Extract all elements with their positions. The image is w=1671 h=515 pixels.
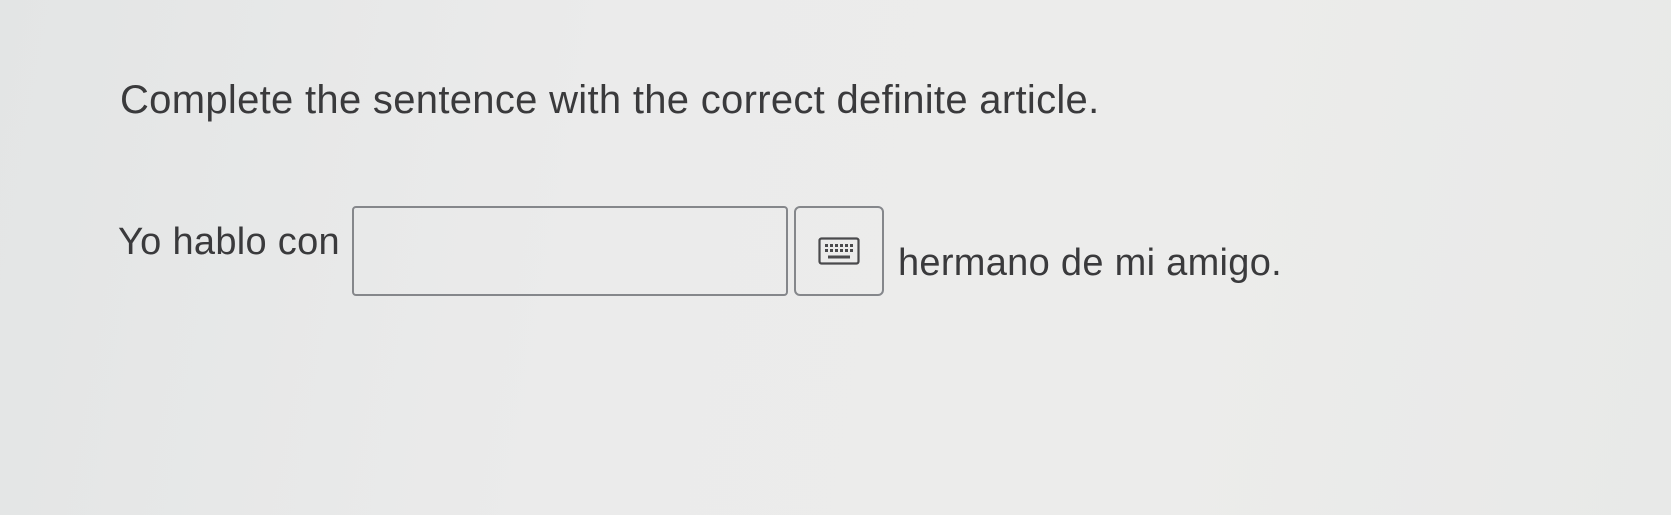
keyboard-icon [818,237,860,265]
answer-input[interactable] [351,206,788,296]
sentence-row: Yo hablo con hermano de mi amigo. [118,206,1282,296]
keyboard-button[interactable] [793,206,884,296]
sentence-before: Yo hablo con [118,220,340,263]
sentence-after: hermano de mi amigo. [897,241,1283,284]
question-instruction: Complete the sentence with the correct d… [120,78,1100,122]
